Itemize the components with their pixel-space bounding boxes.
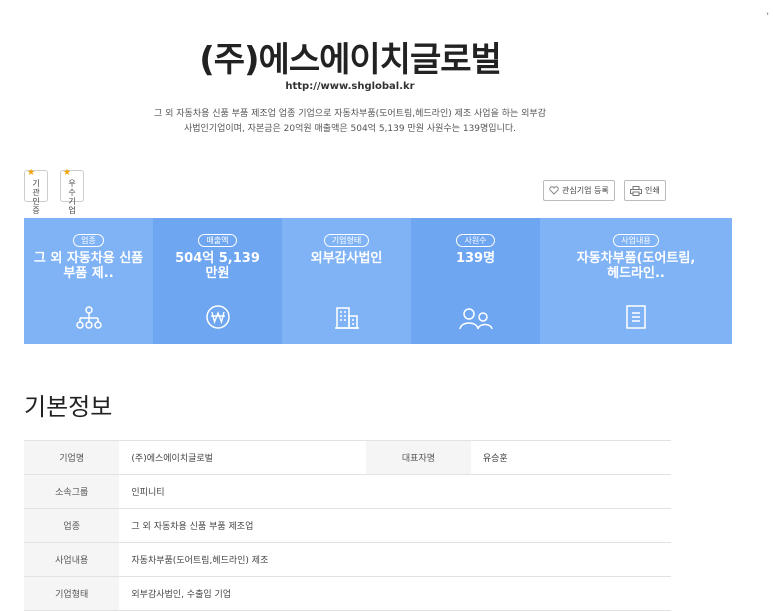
stat-industry: 업종 그 외 자동차용 신품 부품 제.. (24, 218, 153, 344)
row-label: 기업명 (24, 440, 120, 475)
stat-value: 139명 (455, 251, 496, 266)
row-label: 기업형태 (24, 576, 120, 611)
org-chart-icon (75, 306, 102, 329)
print-button[interactable]: 인쇄 (624, 180, 666, 201)
section-title-basic-info: 기본정보 (24, 393, 113, 421)
stat-business: 사업내용 자동차부품(도어트림,헤드라인.. (540, 218, 732, 344)
stat-tag: 사원수 (456, 234, 495, 247)
stat-tag: 업종 (73, 234, 104, 247)
stat-revenue: 매출액 504억 5,139만원 (153, 218, 282, 344)
row-label: 사업내용 (24, 542, 120, 577)
row-value: 자동차부품(도어트림,헤드라인) 제조 (119, 542, 671, 577)
corner-mark: ' (766, 12, 769, 22)
row-value: 유승훈 (470, 440, 671, 475)
badge-excellent[interactable]: ★ 우수기업 (60, 168, 84, 215)
favorite-label: 관심기업 등록 (562, 186, 609, 195)
table-row: 업종 그 외 자동차용 신품 부품 제조업 (24, 508, 671, 543)
row-value: 외부감사법인, 수출입 기업 (119, 576, 671, 611)
basic-info-table: 기업명 (주)에스에이치글로벌 대표자명 유승훈 소속그룹 인피니티 업종 그 … (24, 440, 671, 611)
company-url[interactable]: http://www.shglobal.kr (0, 81, 700, 92)
building-icon (334, 307, 359, 329)
summary-stats: 업종 그 외 자동차용 신품 부품 제.. 매출액 504억 5,139만원 기… (24, 218, 732, 344)
company-name: (주)에스에이치글로벌 (199, 40, 502, 80)
row-label: 업종 (24, 508, 120, 543)
table-row: 기업명 (주)에스에이치글로벌 대표자명 유승훈 (24, 440, 671, 475)
star-icon: ★ (63, 168, 72, 178)
row-label: 대표자명 (366, 440, 471, 475)
people-icon (458, 308, 493, 330)
row-value: (주)에스에이치글로벌 (119, 440, 367, 475)
table-row: 사업내용 자동차부품(도어트림,헤드라인) 제조 (24, 542, 671, 577)
stat-value: 그 외 자동차용 신품 부품 제.. (33, 251, 144, 281)
stat-tag: 사업내용 (613, 234, 659, 247)
table-row: 소속그룹 인피니티 (24, 474, 671, 509)
print-label: 인쇄 (645, 186, 660, 195)
stat-value: 자동차부품(도어트림,헤드라인.. (576, 251, 696, 281)
heart-icon (549, 186, 559, 195)
stat-tag: 기업형태 (323, 234, 370, 247)
row-value: 인피니티 (119, 474, 671, 509)
stat-tag: 매출액 (198, 234, 237, 247)
badge-label: 우수기업 (68, 179, 76, 215)
stat-value: 외부감사법인 (310, 251, 383, 266)
stat-company-type: 기업형태 외부감사법인 (282, 218, 411, 344)
row-value: 그 외 자동차용 신품 부품 제조업 (119, 508, 671, 543)
printer-icon (630, 185, 642, 196)
badge-certified[interactable]: ★ 기관인증 (24, 168, 48, 215)
badge-label: 기관인증 (32, 179, 40, 215)
document-icon (626, 305, 646, 329)
favorite-company-button[interactable]: 관심기업 등록 (543, 180, 615, 201)
won-icon (205, 305, 230, 329)
stat-value: 504억 5,139만원 (175, 251, 260, 281)
star-icon: ★ (27, 168, 36, 178)
table-row: 기업형태 외부감사법인, 수출입 기업 (24, 576, 671, 611)
row-label: 소속그룹 (24, 474, 120, 509)
stat-employees: 사원수 139명 (411, 218, 540, 344)
company-description: 그 외 자동차용 신품 부품 제조업 업종 기업으로 자동차부품(도어트림,헤드… (154, 109, 546, 134)
